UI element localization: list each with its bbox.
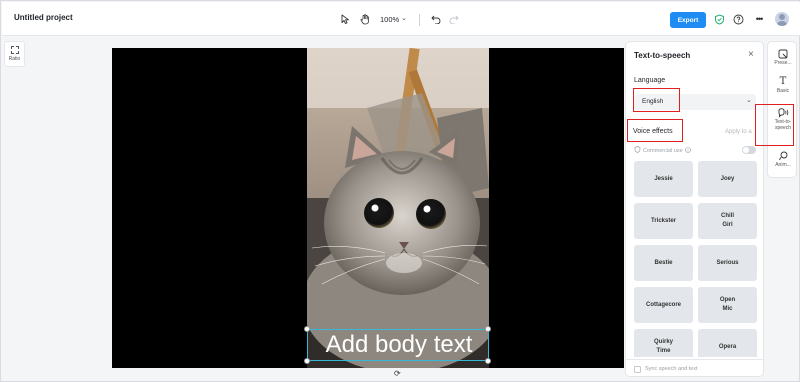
commercial-use-row: Commercial use <box>634 146 691 155</box>
presets-icon <box>778 48 788 59</box>
apply-to-all-link[interactable]: Apply to a <box>725 129 752 135</box>
voice-option[interactable]: Opera <box>698 329 757 357</box>
chevron-down-icon: ⌄ <box>746 97 752 104</box>
voice-option[interactable]: Joey <box>698 161 757 197</box>
rail-item-animation[interactable]: Anim... <box>768 150 798 168</box>
voice-option[interactable]: Cottagecore <box>634 287 693 323</box>
select-tool-icon[interactable] <box>338 11 352 27</box>
panel-title: Text-to-speech <box>634 51 691 60</box>
voice-grid: Jessie Joey Trickster Chill Girl Bestie … <box>634 161 757 357</box>
top-toolbar: Untitled project 100% ⌄ Export ••• <box>2 2 800 36</box>
redo-icon[interactable] <box>448 11 460 27</box>
language-label: Language <box>634 77 666 84</box>
sync-label: Sync speech and text <box>645 366 698 372</box>
commercial-use-toggle[interactable] <box>742 146 756 154</box>
animation-icon <box>778 150 788 161</box>
rail-item-presets[interactable]: Prese... <box>768 48 798 66</box>
shield-check-icon[interactable] <box>713 13 725 25</box>
sync-speech-row[interactable]: Sync speech and text <box>626 359 763 376</box>
app-window: Untitled project 100% ⌄ Export ••• Ratio <box>0 0 800 382</box>
toolbar-divider <box>419 14 420 26</box>
ratio-icon <box>10 46 19 54</box>
rail-label: Anim... <box>775 162 791 168</box>
highlight-text-to-speech-box <box>755 104 794 146</box>
resize-handle-bottom-left[interactable] <box>304 358 310 364</box>
rail-label: Basic <box>776 88 790 94</box>
help-icon[interactable] <box>732 13 744 25</box>
highlight-language-box <box>633 88 680 112</box>
cat-video-frame[interactable] <box>307 48 489 368</box>
resize-handle-bottom-right[interactable] <box>485 358 491 364</box>
ratio-button[interactable]: Ratio <box>4 41 25 67</box>
commercial-use-label: Commercial use <box>643 147 683 154</box>
project-title[interactable]: Untitled project <box>14 13 73 22</box>
body-text-box[interactable]: Add body text <box>307 329 489 361</box>
voice-option[interactable]: Jessie <box>634 161 693 197</box>
hand-tool-icon[interactable] <box>358 11 372 27</box>
more-options-icon[interactable]: ••• <box>753 13 765 25</box>
voice-option[interactable]: Bestie <box>634 245 693 281</box>
user-avatar[interactable] <box>775 12 789 26</box>
voice-option[interactable]: Serious <box>698 245 757 281</box>
close-icon[interactable]: × <box>748 49 754 60</box>
chevron-down-icon[interactable]: ⌄ <box>401 14 407 22</box>
voice-option[interactable]: Chill Girl <box>698 203 757 239</box>
zoom-level[interactable]: 100% <box>380 15 399 24</box>
voice-option[interactable]: Quirky Time <box>634 329 693 357</box>
rotate-handle-icon[interactable]: ⟳ <box>394 369 401 378</box>
voice-option[interactable]: Trickster <box>634 203 693 239</box>
text-icon: T <box>779 76 787 87</box>
resize-handle-top-left[interactable] <box>304 326 310 332</box>
rail-item-basic[interactable]: T Basic <box>768 76 798 94</box>
undo-icon[interactable] <box>430 11 442 27</box>
sync-checkbox[interactable] <box>634 366 641 373</box>
commercial-use-icon <box>634 146 641 155</box>
voice-option[interactable]: Open Mic <box>698 287 757 323</box>
highlight-voice-effects-box <box>627 119 683 142</box>
ratio-label: Ratio <box>8 56 21 62</box>
export-button[interactable]: Export <box>670 12 706 28</box>
info-icon[interactable] <box>684 146 691 155</box>
body-text[interactable]: Add body text <box>308 331 490 359</box>
rail-label: Prese... <box>774 60 792 66</box>
resize-handle-top-right[interactable] <box>485 326 491 332</box>
